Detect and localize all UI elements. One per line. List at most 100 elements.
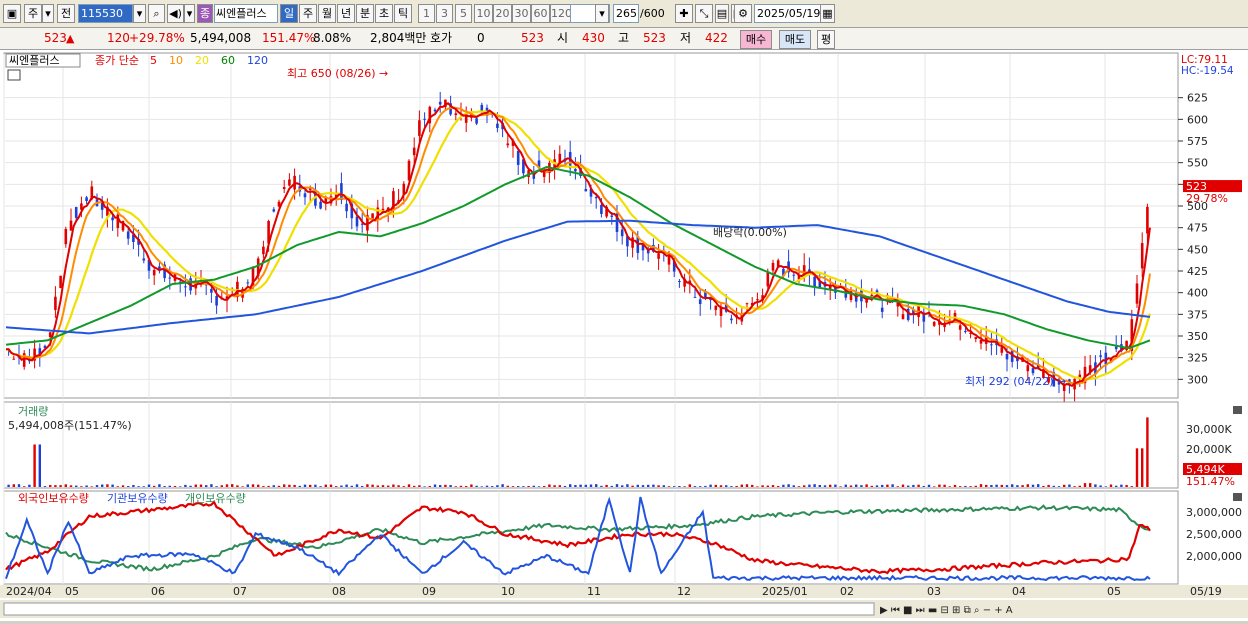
hoga-price: 523 (521, 31, 544, 45)
interval-btn-3[interactable]: 3 (436, 4, 453, 23)
period-tab-0[interactable]: 일 (280, 4, 298, 23)
volume-bar (574, 485, 577, 487)
period-tab-3[interactable]: 년 (337, 4, 355, 23)
price-tick-label: 625 (1187, 92, 1208, 105)
x-axis-label: 05 (65, 585, 79, 598)
volume-bar (1037, 484, 1040, 487)
volume-bar (522, 486, 525, 487)
volume-bar (179, 486, 182, 487)
volume-bar (517, 486, 520, 487)
period-tab-6[interactable]: 틱 (394, 4, 412, 23)
volume-bar (548, 484, 551, 487)
candle-body (698, 299, 702, 305)
volume-bar (1068, 484, 1071, 487)
volume-bar (184, 484, 187, 487)
volume-bar (797, 486, 801, 487)
candle-body (974, 337, 978, 340)
window-menu-icon[interactable]: ▣ (3, 4, 21, 23)
volume-bar (85, 485, 88, 487)
candle-body (12, 358, 16, 360)
speaker-icon[interactable]: ◀) (167, 4, 184, 23)
flat-button[interactable]: 평 (817, 30, 835, 49)
chevron-down-icon[interactable]: ▾ (42, 4, 54, 23)
volume-bar (506, 485, 509, 487)
interval-btn-1[interactable]: 1 (418, 4, 435, 23)
crosshair-icon[interactable]: ✚ (675, 4, 693, 23)
code-input[interactable]: 115530 (78, 4, 133, 23)
volume-bar (527, 485, 530, 487)
speaker-dropdown-icon[interactable]: ▾ (184, 4, 195, 23)
interval-btn-5[interactable]: 5 (455, 4, 472, 23)
volume-bar (605, 484, 608, 487)
calendar-icon[interactable]: ▦ (820, 4, 835, 23)
sell-button[interactable]: 매도 (779, 30, 811, 49)
candle-body (584, 188, 588, 192)
candle-body (64, 228, 68, 245)
draw-tool-icon[interactable]: ⤡ (695, 4, 713, 23)
period-tab-5[interactable]: 초 (375, 4, 393, 23)
save-icon[interactable]: ▤ (715, 4, 729, 23)
x-axis-label: 03 (927, 585, 941, 598)
volume-tick-label: 30,000K (1186, 423, 1232, 436)
volume-bar (231, 484, 234, 487)
interval-btn-10[interactable]: 10 (474, 4, 493, 23)
volume-bar (43, 486, 47, 487)
date-input[interactable]: 2025/05/19 (754, 4, 824, 23)
candle-body (620, 229, 624, 237)
legend-prefix: 종가 단순 (95, 54, 139, 67)
volume-bar (413, 485, 416, 487)
volume-bar (1109, 484, 1113, 487)
price-tick-label: 475 (1187, 222, 1208, 235)
candle-body (1000, 347, 1004, 353)
holdings-legend-1: 기관보유수량 (107, 492, 168, 505)
volume-tick-label: 20,000K (1186, 443, 1232, 456)
interval-dropdown-icon[interactable]: ▾ (595, 4, 609, 23)
candle-body (158, 266, 161, 269)
volume-bar (1078, 485, 1081, 487)
volume-bar (1011, 484, 1014, 487)
interval-btn-20[interactable]: 20 (493, 4, 512, 23)
candle-body (756, 299, 759, 301)
volume-bar (829, 484, 832, 487)
candle-body (516, 150, 520, 165)
period-tab-1[interactable]: 주 (299, 4, 317, 23)
volume-bar (615, 484, 619, 487)
x-axis-label: 05/19 (1190, 585, 1222, 598)
gear-icon[interactable]: ⚙ (734, 4, 752, 23)
volume-bar (834, 484, 837, 487)
volume-bar (1057, 486, 1061, 487)
volume-bar (454, 486, 457, 487)
volume-bar (314, 484, 317, 487)
volume-bar (303, 484, 307, 487)
interval-btn-60[interactable]: 60 (531, 4, 550, 23)
count-input[interactable]: 265 (613, 4, 639, 23)
volume-bar (173, 485, 177, 487)
prev-button[interactable]: 전 (57, 4, 75, 23)
candle-body (766, 271, 770, 287)
legend-ma-60: 60 (221, 54, 235, 67)
period-tab-2[interactable]: 월 (318, 4, 336, 23)
candle-body (771, 262, 775, 271)
volume-bar (163, 486, 166, 487)
buy-button[interactable]: 매수 (740, 30, 772, 49)
candle-body (303, 193, 307, 198)
interval-btn-120[interactable]: 120 (550, 4, 572, 23)
interval-btn-30[interactable]: 30 (512, 4, 531, 23)
chart-area[interactable]: LC:79.11HC:-19.5462560057555052550047545… (0, 50, 1248, 621)
price-tick-label: 600 (1187, 113, 1208, 126)
period-tab-4[interactable]: 분 (356, 4, 374, 23)
volume-bar (1125, 485, 1128, 487)
volume-bar (246, 484, 249, 487)
volume-bar (1026, 484, 1029, 487)
code-dropdown-icon[interactable]: ▾ (133, 4, 146, 23)
candle-body (1140, 243, 1144, 269)
toolbar: ▣ 주 ▾ 전 115530 ▾ ⌕ ◀) ▾ 종 씨엔플러스 일주월년분초틱 … (0, 0, 1248, 28)
search-icon[interactable]: ⌕ (148, 4, 165, 23)
stock-name-field[interactable]: 씨엔플러스 (214, 4, 278, 23)
volume-bar (251, 484, 255, 487)
volume-bar (875, 485, 879, 487)
period-select[interactable]: 주 (24, 4, 42, 23)
volume-bar (153, 485, 156, 487)
price-tick-label: 450 (1187, 243, 1208, 256)
candle-body (901, 314, 905, 320)
